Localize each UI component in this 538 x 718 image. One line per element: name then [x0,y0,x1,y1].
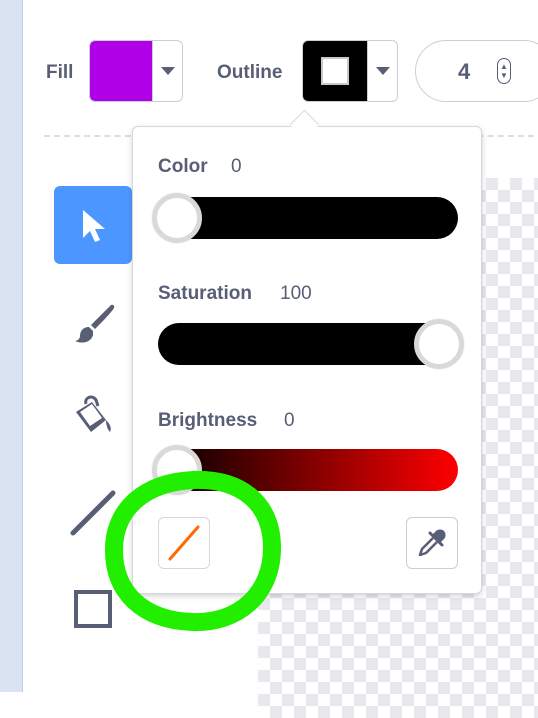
rectangle-icon [74,590,112,628]
select-tool-button[interactable] [54,186,132,264]
fill-dropdown[interactable] [153,41,182,101]
no-color-button[interactable] [158,517,210,569]
chevron-down-icon [375,67,390,75]
outline-label: Outline [217,62,283,83]
color-slider-track[interactable] [152,193,458,243]
outline-dropdown[interactable] [368,41,397,101]
stepper-down-icon[interactable]: ▼ [500,71,508,80]
paint-bucket-icon [76,395,111,432]
chevron-down-icon [160,67,175,75]
fill-tool-button[interactable] [54,378,132,456]
left-panel-edge [0,0,23,692]
saturation-slider-track[interactable] [158,319,464,369]
saturation-slider-handle[interactable] [414,319,464,369]
fill-swatch[interactable] [90,41,153,101]
no-color-slash-icon [168,525,200,561]
fill-color-picker[interactable] [89,40,183,102]
line-icon [70,490,116,536]
fill-label: Fill [46,62,74,83]
saturation-slider-label: Saturation [158,283,252,304]
stroke-width-input[interactable]: 4 ▲ ▼ [415,40,538,102]
outline-swatch-inner [321,57,349,85]
color-slider-handle[interactable] [152,193,202,243]
eyedropper-button[interactable] [406,517,458,569]
brightness-slider-track[interactable] [152,445,458,495]
stepper-up-icon[interactable]: ▲ [500,62,508,71]
brush-tool-button[interactable] [54,284,132,362]
rectangle-tool-button[interactable] [54,570,132,648]
brightness-slider-handle[interactable] [152,445,202,495]
stroke-stepper-icon[interactable]: ▲ ▼ [497,58,511,84]
stroke-width-value[interactable]: 4 [458,59,470,85]
color-picker-popover: Color 0 Saturation 100 Brightness 0 [132,126,482,594]
outline-swatch[interactable] [303,41,368,101]
eyedropper-icon [418,529,446,557]
color-slider-value: 0 [231,156,242,177]
brush-icon [75,304,115,343]
brightness-slider-label: Brightness [158,410,258,431]
line-tool-button[interactable] [54,474,132,552]
outline-color-picker[interactable] [302,40,398,102]
saturation-slider-value: 100 [280,283,312,304]
color-slider-label: Color [158,156,208,177]
brightness-slider-value: 0 [284,410,295,431]
arrow-pointer-icon [83,210,105,242]
